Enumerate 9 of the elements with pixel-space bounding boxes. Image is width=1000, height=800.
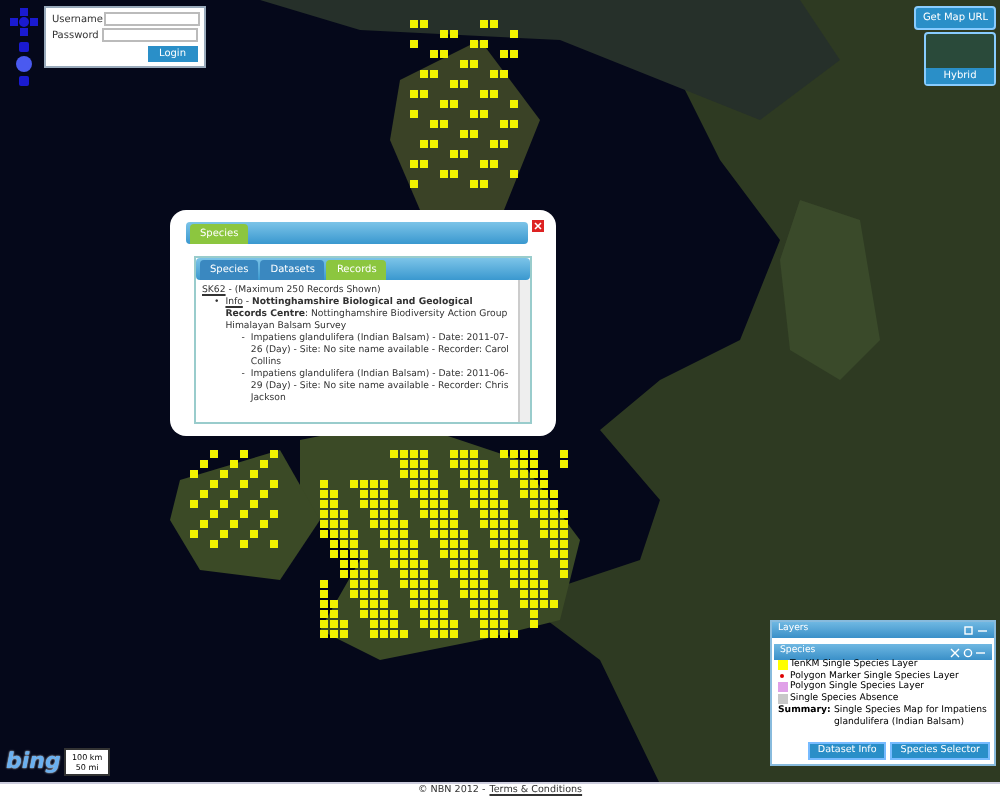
zoom-control-icon[interactable]	[16, 42, 32, 86]
pan-control-icon[interactable]	[10, 8, 38, 36]
map-logo: bing	[6, 748, 61, 774]
section-controls-icon[interactable]	[950, 647, 986, 657]
input-field[interactable]	[102, 28, 198, 42]
input-field[interactable]	[103, 12, 199, 26]
scrollbar[interactable]	[518, 280, 530, 422]
window-controls-icon[interactable]	[964, 625, 988, 634]
close-icon[interactable]	[532, 220, 544, 232]
